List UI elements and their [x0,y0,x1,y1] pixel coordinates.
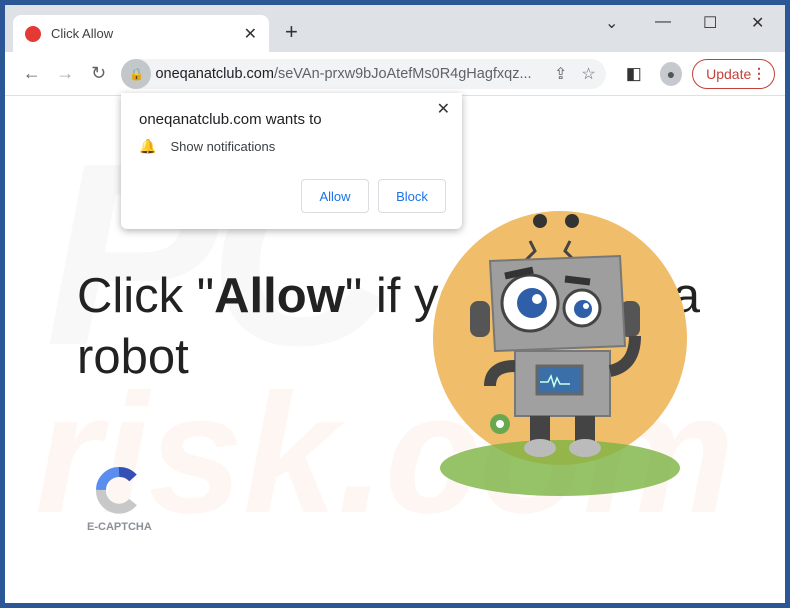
permission-label: Show notifications [170,139,276,154]
tab-bar: Click Allow ✕ + ⌄ — ☐ ✕ [5,5,785,52]
update-label: Update [706,65,752,82]
back-button[interactable]: ← [15,63,48,84]
lock-icon[interactable]: 🔒 [121,58,152,89]
favicon-icon [25,25,41,42]
side-panel-icon[interactable]: ◧ [626,64,642,84]
browser-window: Click Allow ✕ + ⌄ — ☐ ✕ ← → ↻ 🔒 oneqanat… [5,5,785,603]
forward-button[interactable]: → [48,63,81,84]
url-path: /seVAn-prxw9bJoAtefMs0R4gHagfxqz... [273,65,532,82]
notification-permission-popup: ✕ oneqanatclub.com wants to 🔔 Show notifi… [121,93,462,229]
minimize-button[interactable]: — [655,13,671,31]
profile-avatar-icon[interactable]: ● [659,61,683,86]
url-domain: oneqanatclub.com [155,65,274,82]
bell-icon: 🔔 [139,138,157,154]
address-bar[interactable]: 🔒 oneqanatclub.com/seVAn-prxw9bJoAtefMs0… [121,58,606,89]
share-icon[interactable]: ⇪ [554,64,567,84]
tab-click-allow[interactable]: Click Allow ✕ [13,15,269,52]
captcha-c-icon [96,467,138,514]
tab-close-icon[interactable]: ✕ [244,24,257,44]
tab-title: Click Allow [51,26,114,41]
captcha-label: E-CAPTCHA [87,521,152,533]
popup-close-icon[interactable]: ✕ [437,99,450,119]
allow-button[interactable]: Allow [301,179,369,213]
page-content: PC risk.com Click "Allow" if you are not… [5,93,785,603]
block-button[interactable]: Block [378,179,446,213]
ecaptcha-logo: E-CAPTCHA [87,466,152,533]
reload-button[interactable]: ↻ [82,63,115,84]
new-tab-button[interactable]: + [285,19,298,45]
maximize-button[interactable]: ☐ [703,13,717,33]
toolbar: ← → ↻ 🔒 oneqanatclub.com/seVAn-prxw9bJoA… [5,52,785,96]
close-window-button[interactable]: ✕ [751,13,764,33]
menu-icon[interactable]: ⋮ [752,65,766,82]
popup-title: oneqanatclub.com wants to [139,111,322,128]
tab-search-icon[interactable]: ⌄ [605,13,618,33]
update-button[interactable]: Update ⋮ [692,58,776,89]
star-icon[interactable]: ☆ [581,64,595,84]
url-text[interactable]: oneqanatclub.com/seVAn-prxw9bJoAtefMs0R4… [155,66,540,82]
robot-illustration [433,211,687,496]
